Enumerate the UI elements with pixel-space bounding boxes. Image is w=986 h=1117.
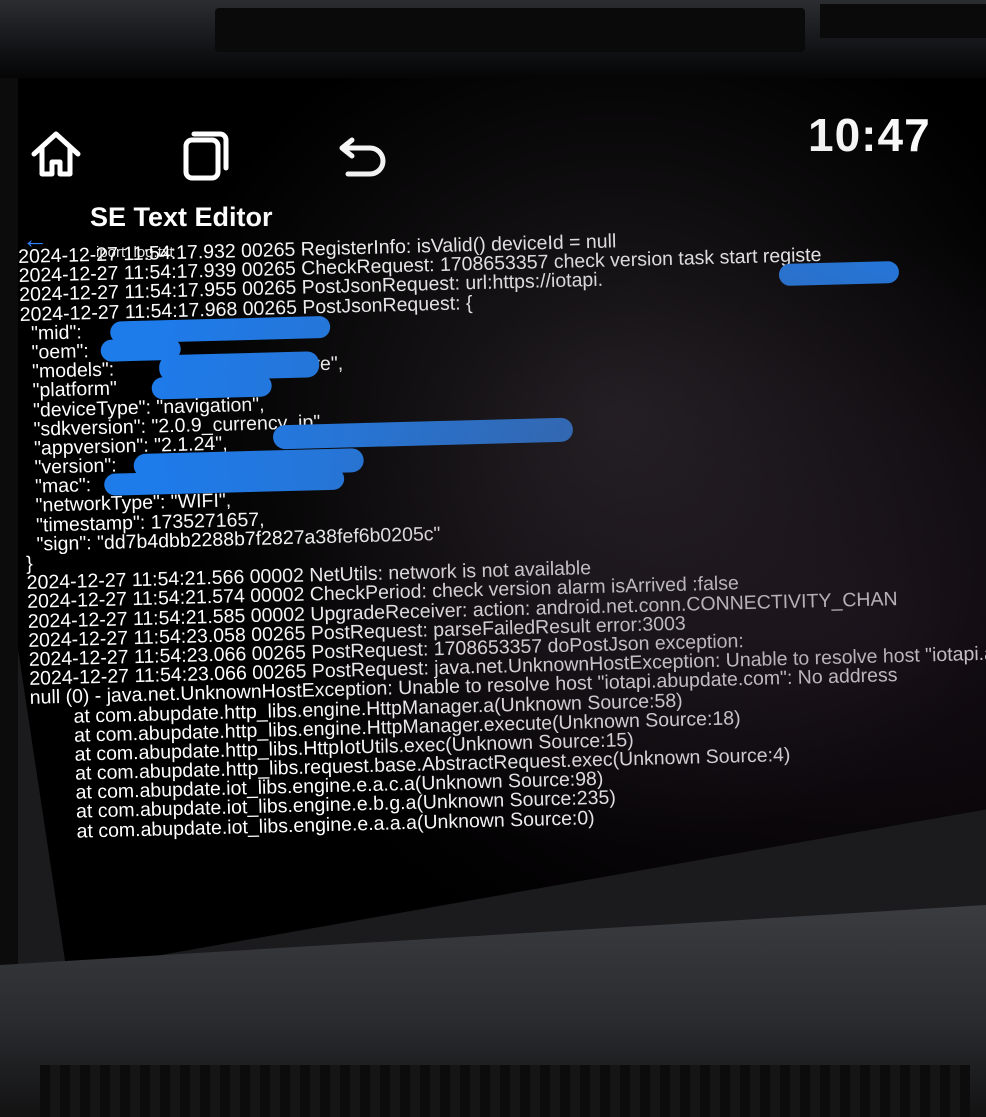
home-icon[interactable] <box>28 126 84 182</box>
head-unit-screen: 10:47 ← SE Text Editor iport_log.txt 202… <box>18 78 986 970</box>
system-bar: 10:47 <box>18 78 986 198</box>
dash-slot <box>820 4 986 38</box>
log-text-area[interactable]: 2024-12-27 11:54:17.932 00265 RegisterIn… <box>18 217 986 843</box>
back-icon[interactable] <box>336 126 392 182</box>
air-vent <box>40 1065 970 1117</box>
dash-slot <box>215 8 805 52</box>
recent-apps-icon[interactable] <box>178 126 234 182</box>
dash-bezel-top <box>0 0 986 78</box>
dash-bezel-left <box>0 78 18 1117</box>
app-title: SE Text Editor <box>90 202 273 232</box>
status-clock: 10:47 <box>808 109 931 161</box>
